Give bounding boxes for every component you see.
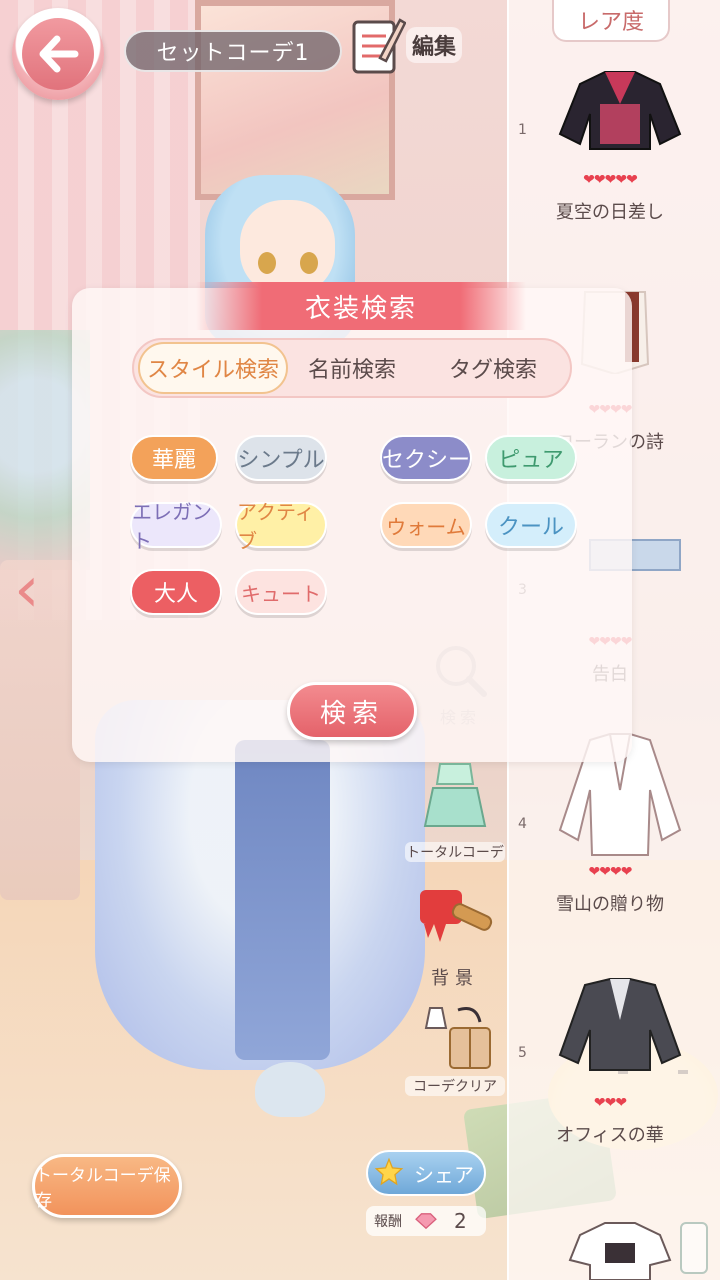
background-button[interactable]: 背景 [405, 880, 505, 990]
background-label: 背景 [431, 968, 479, 989]
outfit-icon [423, 763, 487, 827]
style-chip-simple[interactable]: シンプル [235, 435, 327, 481]
character-shoe [255, 1062, 325, 1117]
total-coordinate-button[interactable]: トータルコーデ [405, 758, 505, 862]
tab-tag-search[interactable]: タグ検索 [428, 342, 558, 394]
tshirt-thumbnail [568, 1222, 672, 1280]
clear-coordinate-label: コーデクリア [405, 1076, 505, 1096]
reward-label: 報酬 [374, 1214, 402, 1230]
office-jacket-thumbnail [558, 978, 682, 1071]
share-label: シェア [414, 1162, 474, 1187]
item-name: 雪山の贈り物 [556, 894, 664, 915]
bottle-icon[interactable] [680, 1222, 708, 1274]
style-chip-active[interactable]: アクティブ [235, 500, 327, 553]
character-skirt-panel [235, 740, 330, 1060]
item-number: 5 [518, 1045, 527, 1061]
search-button[interactable]: 検索 [287, 682, 417, 740]
prev-arrow-icon[interactable]: ‹ [14, 555, 54, 625]
save-total-coordinate-button[interactable]: トータルコーデ保存 [32, 1154, 182, 1218]
item-name: 夏空の日差し [556, 202, 664, 223]
style-chip-elegant[interactable]: エレガント [130, 500, 222, 553]
rarity-hearts: ❤❤❤❤ [588, 864, 633, 880]
rarity-hearts: ❤❤❤❤❤ [583, 172, 638, 188]
rarity-sort-button[interactable]: レア度 [552, 0, 670, 42]
set-name-label[interactable]: セットコーデ1 [124, 30, 342, 72]
item-name: オフィスの華 [556, 1125, 664, 1146]
dialog-title: 衣装検索 [196, 282, 526, 330]
share-button[interactable]: シェア [366, 1150, 486, 1196]
diamond-icon [415, 1213, 437, 1230]
edit-label: 編集 [406, 27, 462, 63]
item-number: 4 [518, 816, 527, 832]
jacket-thumbnail [558, 71, 682, 150]
back-button[interactable] [12, 8, 104, 100]
star-hand-icon [374, 1157, 404, 1186]
total-coordinate-label: トータルコーデ [405, 842, 505, 862]
style-chip-gorgeous[interactable]: 華麗 [130, 435, 218, 481]
clothing-item[interactable]: 5 ❤❤❤ オフィスの華 [510, 975, 710, 1150]
style-chip-sexy[interactable]: セクシー [380, 435, 472, 481]
wardrobe-clear-icon [424, 1007, 491, 1069]
rarity-hearts: ❤❤❤ [593, 1095, 627, 1111]
tab-name-search[interactable]: 名前検索 [292, 342, 412, 394]
style-chip-cool[interactable]: クール [485, 502, 577, 548]
character-face [240, 200, 335, 295]
style-chip-warm[interactable]: ウォーム [380, 502, 472, 548]
style-chip-pure[interactable]: ピュア [485, 435, 577, 481]
reward-indicator: 報酬 2 [366, 1206, 486, 1236]
arrow-left-icon [39, 35, 79, 73]
paint-brush-icon [420, 890, 493, 942]
reward-count: 2 [454, 1209, 467, 1233]
clothing-item[interactable]: 1 ❤❤❤❤❤ 夏空の日差し [510, 60, 710, 230]
character-eye-left [258, 252, 276, 274]
style-chip-cute[interactable]: キュート [235, 569, 327, 615]
edit-button[interactable]: 編集 [350, 10, 462, 80]
tab-style-search[interactable]: スタイル検索 [138, 342, 288, 394]
notepad-pencil-icon [350, 14, 407, 76]
style-chip-adult[interactable]: 大人 [130, 569, 222, 615]
item-number: 1 [518, 122, 527, 138]
character-eye-right [300, 252, 318, 274]
clear-coordinate-button[interactable]: コーデクリア [405, 1000, 505, 1096]
